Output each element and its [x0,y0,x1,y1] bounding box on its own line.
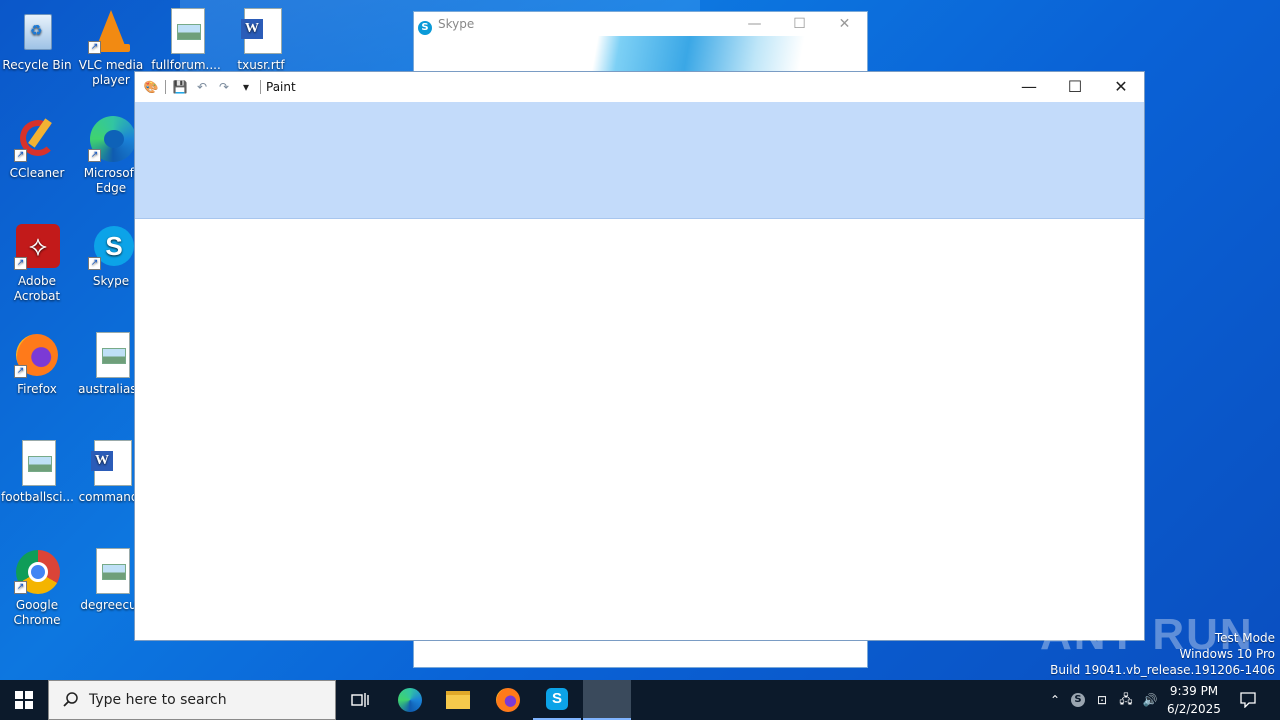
image-file-icon [14,440,60,486]
redo-icon[interactable]: ↷ [216,79,232,95]
word-document-icon: W [88,440,134,486]
taskbar-firefox-button[interactable] [484,680,532,720]
windows-logo-icon [15,691,33,709]
icon-label: CCleaner [9,166,65,180]
firefox-icon [496,688,520,712]
skype-maximize-button[interactable]: ☐ [777,12,822,36]
save-icon[interactable]: 💾 [172,79,188,95]
skype-minimize-button[interactable]: — [732,12,777,36]
icon-label: footballsci... [1,490,73,504]
icon-label: Adobe Acrobat [13,274,61,303]
taskbar-clock[interactable]: 9:39 PM 6/2/2025 [1158,682,1230,718]
customize-toolbar-chevron-icon[interactable]: ▾ [238,79,254,95]
desktop-icon-recycle-bin[interactable]: ♻ Recycle Bin [1,8,73,73]
desktop-icon-adobe-acrobat[interactable]: ⟡ ↗ Adobe Acrobat [1,224,73,304]
desktop-icon-footballsci[interactable]: footballsci... [1,440,73,505]
icon-label: Firefox [17,382,57,396]
desktop-icon-ccleaner[interactable]: ↗ CCleaner [1,116,73,181]
paint-window-title: Paint [266,80,296,94]
paint-minimize-button[interactable]: — [1006,72,1052,102]
taskbar-skype-button[interactable]: S [533,680,581,720]
paint-maximize-button[interactable]: ☐ [1052,72,1098,102]
paint-app-icon[interactable]: 🎨 [143,79,159,95]
image-file-icon [88,332,134,378]
notification-icon [1240,692,1256,708]
system-info: Test Mode Windows 10 Pro Build 19041.vb_… [1050,630,1275,678]
skype-banner [414,36,867,76]
desktop-icon-txusr-rtf[interactable]: W txusr.rtf [225,8,297,73]
tray-device-icon[interactable]: ⊡ [1092,680,1112,720]
ccleaner-icon: ↗ [14,116,60,162]
divider [260,80,261,94]
desktop-icon-google-chrome[interactable]: ↗ Google Chrome [1,548,73,628]
skype-icon: S ↗ [88,224,134,270]
action-center-button[interactable] [1234,680,1262,720]
quick-access-toolbar: 🎨 💾 ↶ ↷ ▾ [143,79,261,95]
taskbar: Type here to search S ⌃ S ⊡ 🖧 🔊 9:39 PM … [0,680,1280,720]
test-mode-label: Test Mode [1214,631,1275,645]
task-view-icon [351,693,369,707]
paint-close-button[interactable]: ✕ [1098,72,1144,102]
skype-title-bar[interactable]: S Skype — ☐ ✕ [414,12,867,36]
icon-label: Recycle Bin [2,58,72,72]
build-label: Build 19041.vb_release.191206-1406 [1050,663,1275,677]
icon-label: Google Chrome [13,598,61,627]
task-view-button[interactable] [336,680,384,720]
skype-window-title: Skype [438,17,475,31]
edge-icon: ↗ [88,116,136,162]
clock-time: 9:39 PM [1169,684,1219,698]
word-document-icon: W [238,8,284,54]
paint-ribbon [135,102,1144,219]
edge-icon [398,688,422,712]
skype-logo-icon: S [418,21,432,35]
taskbar-edge-button[interactable] [386,680,434,720]
clock-date: 6/2/2025 [1167,702,1221,716]
show-hidden-icons-chevron-icon[interactable]: ⌃ [1046,680,1064,720]
vlc-icon: ↗ [88,8,134,54]
skype-icon: S [546,688,568,710]
network-icon[interactable]: 🖧 [1116,680,1136,720]
volume-icon[interactable]: 🔊 [1140,680,1160,720]
undo-icon[interactable]: ↶ [194,79,210,95]
folder-icon [446,691,470,709]
tray-skype-icon[interactable]: S [1068,680,1088,720]
search-placeholder: Type here to search [89,692,227,708]
start-button[interactable] [0,680,48,720]
search-icon [63,692,78,707]
paint-window[interactable]: 🎨 💾 ↶ ↷ ▾ Paint — ☐ ✕ [134,71,1145,641]
paint-canvas-area[interactable] [135,219,1144,640]
divider [165,80,166,94]
firefox-icon: ↗ [14,332,60,378]
image-file-icon [163,8,209,54]
taskbar-file-explorer-button[interactable] [434,680,482,720]
desktop-icon-firefox[interactable]: ↗ Firefox [1,332,73,397]
skype-close-button[interactable]: ✕ [822,12,867,36]
recycle-bin-icon: ♻ [14,8,60,54]
desktop-icon-fullforum[interactable]: fullforum.... [150,8,222,73]
acrobat-icon: ⟡ ↗ [14,224,60,270]
taskbar-search-box[interactable]: Type here to search [48,680,336,720]
windows-edition-label: Windows 10 Pro [1179,647,1275,661]
taskbar-paint-button[interactable] [583,680,631,720]
image-file-icon [88,548,134,594]
chrome-icon: ↗ [14,548,60,594]
paint-title-bar[interactable]: 🎨 💾 ↶ ↷ ▾ Paint — ☐ ✕ [135,72,1144,102]
